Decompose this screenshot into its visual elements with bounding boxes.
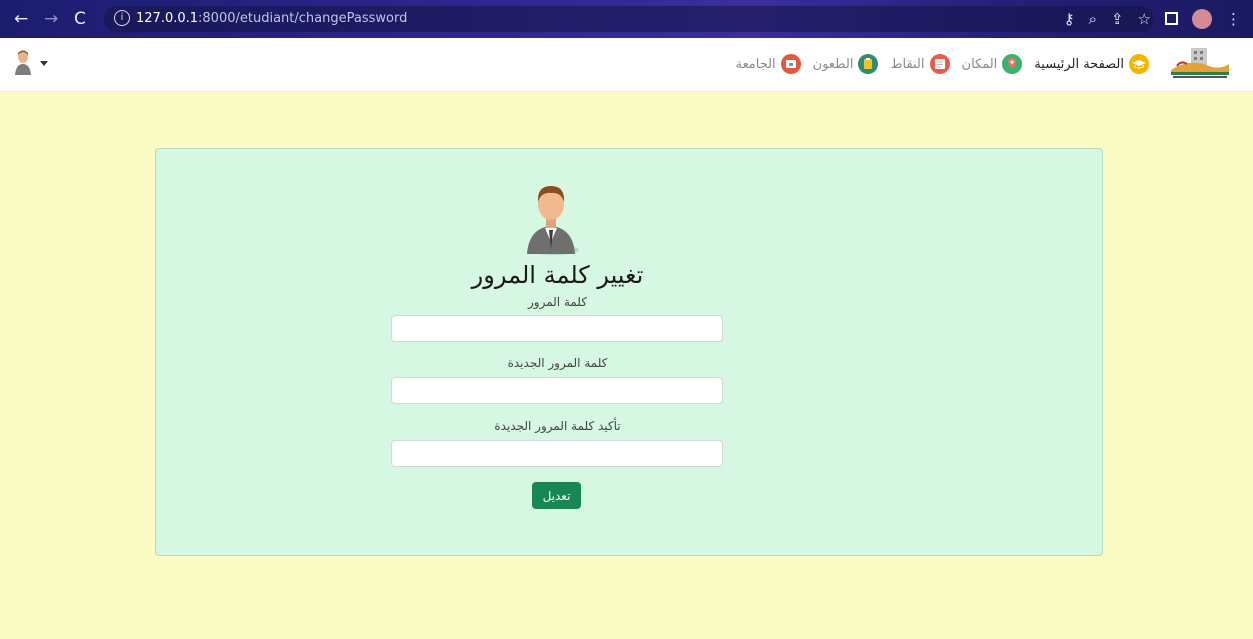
menu-item-home[interactable]: الصفحة الرئيسية	[1034, 54, 1149, 74]
new-password-input[interactable]	[391, 377, 723, 404]
url-path: :8000/etudiant/changePassword	[198, 11, 408, 26]
caret-down-icon	[40, 60, 48, 66]
info-icon[interactable]: i	[114, 10, 130, 26]
browser-actions: ⚷ ⌕ ⇪ ☆ ⋮	[1064, 9, 1241, 29]
app-navbar: الصفحة الرئيسية المكان النقاط الطعون الج…	[0, 38, 1253, 92]
side-panel-icon[interactable]	[1165, 12, 1178, 25]
page-title: تغيير كلمة المرور	[471, 261, 644, 289]
forward-arrow-icon[interactable]: →	[44, 9, 58, 29]
new-password-label: كلمة المرور الجديدة	[507, 356, 608, 370]
share-icon[interactable]: ⇪	[1111, 9, 1124, 29]
map-pin-icon	[1002, 54, 1023, 74]
confirm-password-label: تأكيد كلمة المرور الجديدة	[494, 419, 621, 433]
confirm-password-input[interactable]	[391, 440, 723, 467]
user-avatar-icon	[15, 50, 31, 75]
reload-icon[interactable]: C	[74, 9, 86, 29]
zoom-icon[interactable]: ⌕	[1089, 9, 1097, 29]
back-arrow-icon[interactable]: ←	[14, 9, 28, 29]
url-host: 127.0.0.1	[136, 11, 199, 26]
address-bar[interactable]: i 127.0.0.1:8000/etudiant/changePassword	[104, 6, 1154, 32]
notes-icon	[929, 54, 950, 74]
menu-item-grades[interactable]: النقاط	[890, 54, 950, 74]
profile-avatar-icon[interactable]	[1192, 9, 1212, 29]
menu-item-label: الصفحة الرئيسية	[1034, 56, 1124, 72]
url-text: 127.0.0.1:8000/etudiant/changePassword	[136, 11, 407, 26]
main-menu: الصفحة الرئيسية المكان النقاط الطعون الج…	[736, 54, 1149, 74]
menu-dots-icon[interactable]: ⋮	[1226, 9, 1241, 29]
menu-item-label: المكان	[961, 56, 998, 72]
graduation-cap-icon	[1129, 54, 1149, 74]
university-logo[interactable]	[1169, 44, 1231, 80]
menu-item-location[interactable]: المكان	[962, 54, 1023, 74]
submit-button[interactable]: تعديل	[532, 482, 581, 509]
menu-item-university[interactable]: الجامعة	[736, 54, 801, 74]
clipboard-icon	[858, 54, 879, 74]
browser-toolbar: ← → C i 127.0.0.1:8000/etudiant/changePa…	[0, 0, 1253, 38]
menu-item-label: النقاط	[890, 56, 925, 72]
university-icon	[780, 54, 801, 74]
user-dropdown[interactable]	[14, 50, 48, 76]
current-password-label: كلمة المرور	[527, 295, 587, 309]
menu-item-label: الطعون	[812, 56, 854, 72]
bookmark-star-icon[interactable]: ☆	[1138, 9, 1151, 29]
current-password-input[interactable]	[391, 315, 723, 342]
menu-item-label: الجامعة	[735, 56, 776, 72]
user-avatar-icon	[527, 186, 579, 255]
menu-item-appeals[interactable]: الطعون	[813, 54, 879, 74]
change-password-card: تغيير كلمة المرور كلمة المرور كلمة المرو…	[155, 148, 1103, 556]
key-icon[interactable]: ⚷	[1064, 9, 1075, 29]
